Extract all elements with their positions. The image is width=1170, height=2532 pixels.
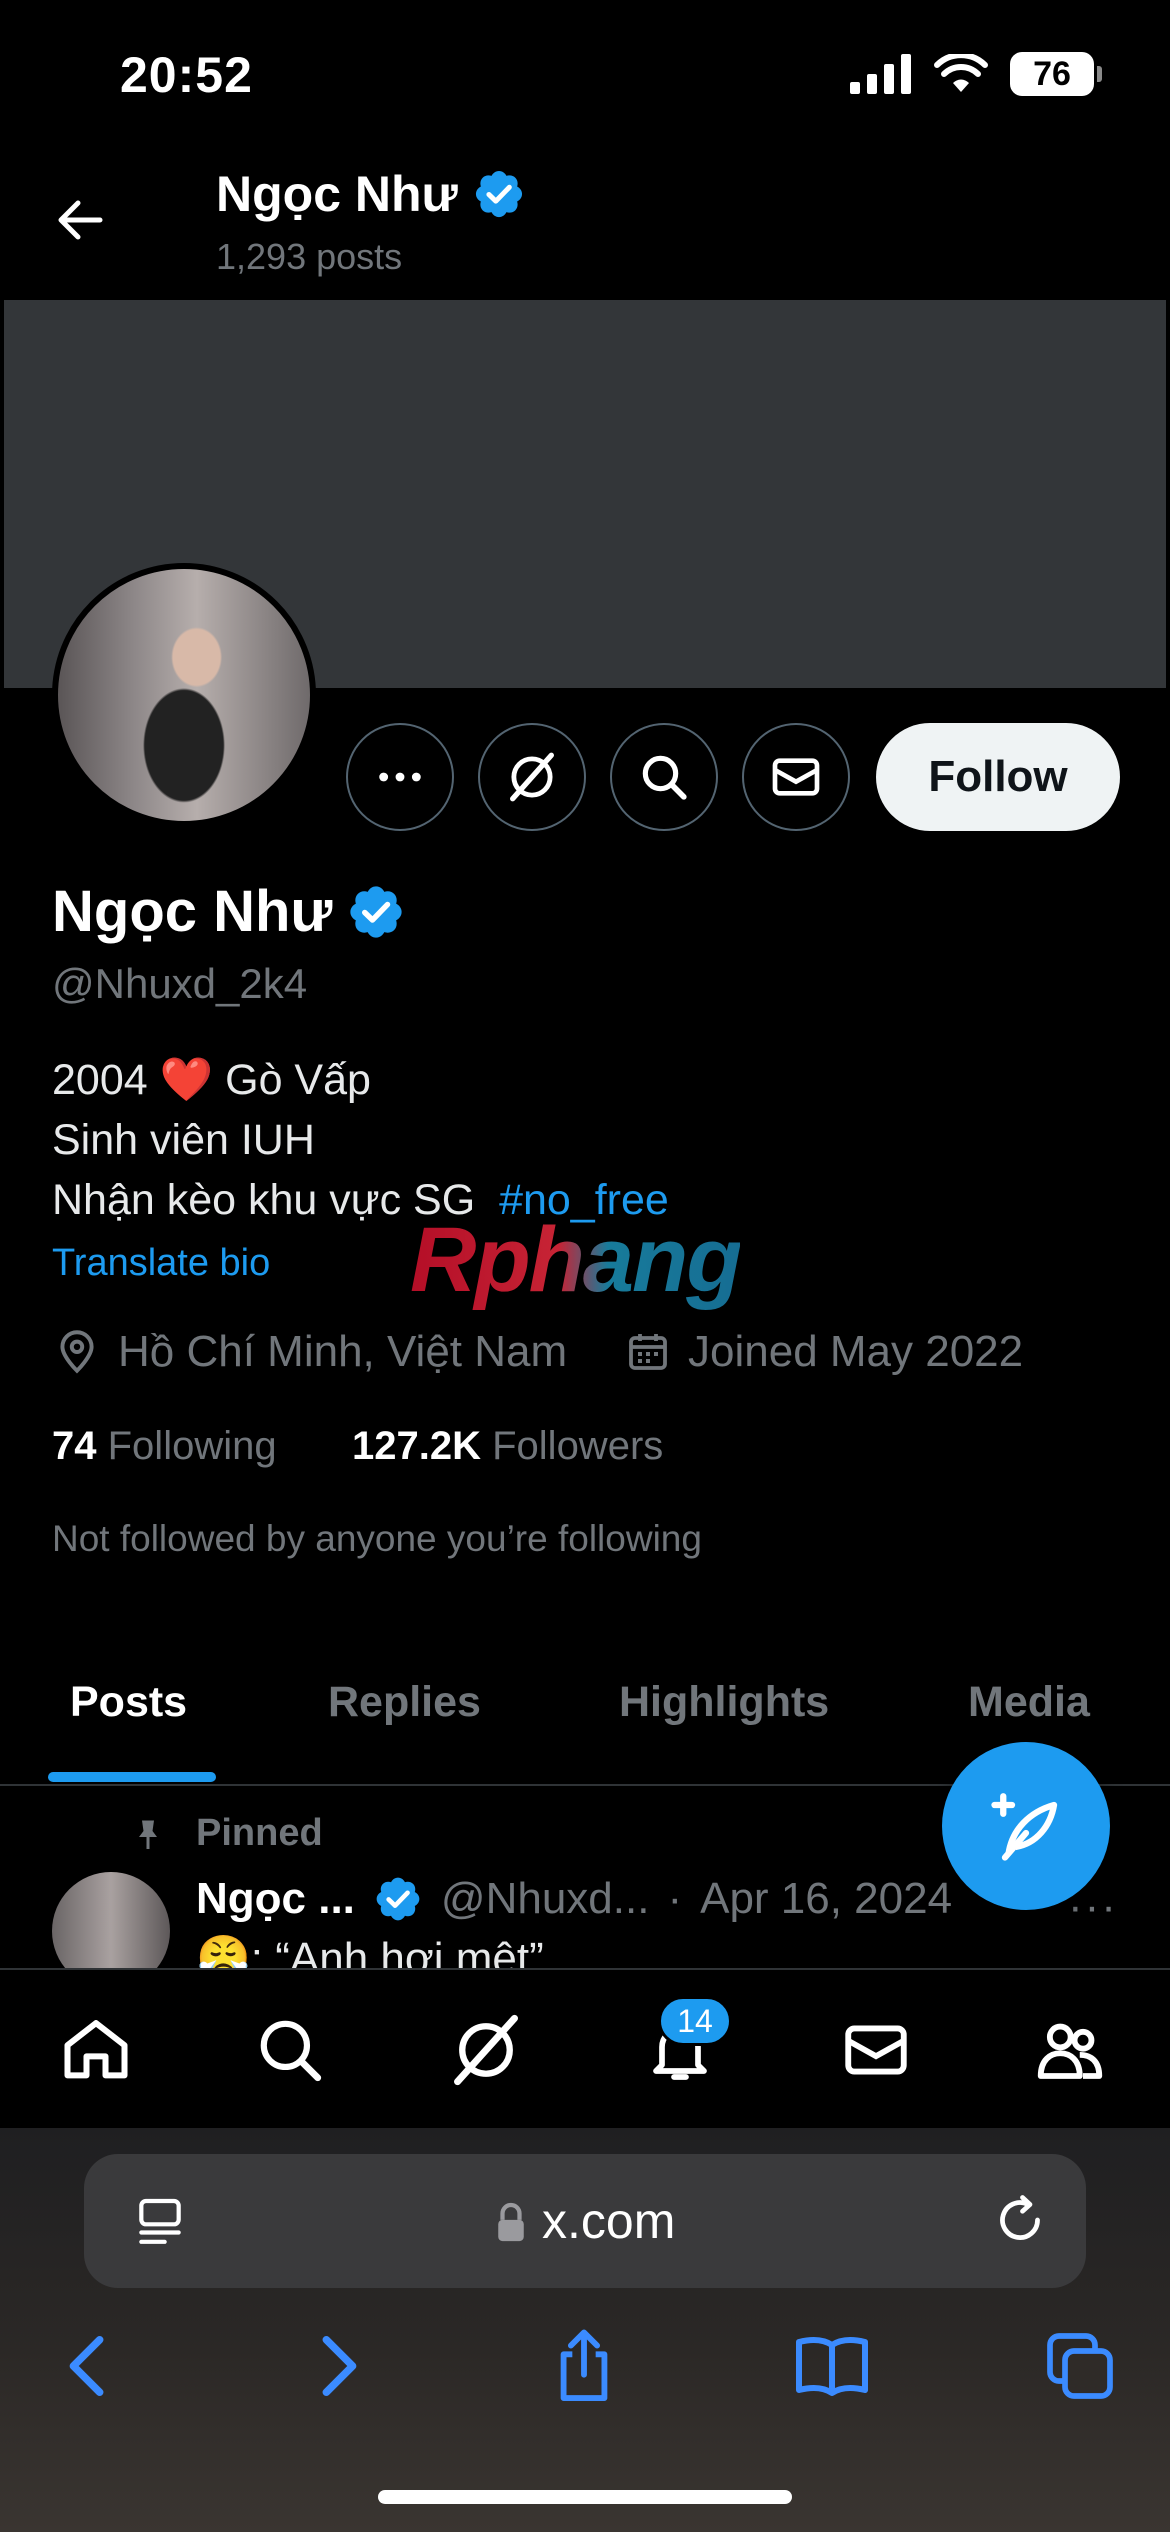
nav-messages-button[interactable] bbox=[836, 2010, 916, 2090]
following-link[interactable]: 74 Following bbox=[52, 1424, 277, 1469]
share-icon bbox=[560, 2329, 608, 2401]
mail-icon bbox=[845, 2025, 907, 2075]
profile-bio: 2004 ❤️ Gò Vấp Sinh viên IUH Nhận kèo kh… bbox=[52, 1050, 669, 1230]
status-icons: 76 bbox=[850, 52, 1102, 96]
nav-communities-button[interactable] bbox=[1030, 2010, 1110, 2090]
wifi-icon bbox=[934, 54, 988, 92]
location-pin-icon bbox=[60, 1330, 94, 1374]
profile-joined: Joined May 2022 bbox=[624, 1327, 1023, 1377]
watermark-logo: Rphang bbox=[410, 1209, 742, 1311]
verified-badge-icon bbox=[475, 170, 522, 218]
url-text[interactable]: x.com bbox=[542, 2192, 675, 2250]
notifications-badge: 14 bbox=[658, 1996, 732, 2046]
page-menu-icon[interactable] bbox=[132, 2192, 188, 2252]
home-icon bbox=[64, 2020, 128, 2079]
search-icon bbox=[642, 755, 687, 800]
heart-emoji: ❤️ bbox=[159, 1056, 214, 1104]
message-button[interactable] bbox=[742, 723, 850, 831]
joined-text: Joined May 2022 bbox=[688, 1327, 1024, 1376]
verified-badge-icon bbox=[376, 1877, 420, 1921]
post-date[interactable]: Apr 16, 2024 bbox=[700, 1874, 952, 1924]
reload-icon[interactable] bbox=[990, 2190, 1050, 2250]
nav-search-button[interactable] bbox=[250, 2010, 330, 2090]
lock-icon bbox=[498, 2202, 524, 2242]
browser-back-button[interactable] bbox=[48, 2326, 128, 2406]
bio-line-2: Sinh viên IUH bbox=[52, 1116, 315, 1164]
home-indicator bbox=[378, 2490, 792, 2504]
translate-bio-link[interactable]: Translate bio bbox=[52, 1242, 270, 1285]
communities-icon bbox=[1037, 2023, 1103, 2079]
nav-grok-button[interactable] bbox=[446, 2010, 526, 2090]
profile-handle: @Nhuxd_2k4 bbox=[52, 960, 308, 1007]
bookmarks-button[interactable] bbox=[792, 2326, 872, 2406]
search-profile-button[interactable] bbox=[610, 723, 718, 831]
tab-highlights[interactable]: Highlights bbox=[619, 1678, 829, 1727]
location-text: Hồ Chí Minh, Việt Nam bbox=[118, 1327, 568, 1376]
followers-count: 127.2K bbox=[352, 1424, 481, 1468]
post-text: 😤: “Anh hơi mệt” bbox=[196, 1934, 544, 1970]
cellular-signal-icon bbox=[850, 54, 911, 94]
share-button[interactable] bbox=[544, 2326, 624, 2406]
post-author-name[interactable]: Ngọc ... bbox=[196, 1874, 355, 1924]
post-header: Ngọc ... @Nhuxd... · Apr 16, 2024 bbox=[196, 1874, 952, 1924]
nav-home-button[interactable] bbox=[56, 2010, 136, 2090]
compose-post-button[interactable] bbox=[942, 1742, 1110, 1910]
header-post-count: 1,293 posts bbox=[216, 236, 403, 277]
profile-name-row: Ngọc Như bbox=[52, 878, 406, 945]
mail-icon bbox=[772, 758, 820, 796]
status-time: 20:52 bbox=[120, 47, 253, 103]
more-horizontal-icon bbox=[379, 772, 421, 782]
bottom-navigation-bar bbox=[0, 1968, 1170, 2128]
pin-icon bbox=[139, 1820, 157, 1849]
pinned-label: Pinned bbox=[196, 1812, 323, 1854]
bio-line-1: 2004 ❤️ Gò Vấp bbox=[52, 1050, 669, 1110]
grok-icon bbox=[510, 752, 554, 802]
header-title: Ngọc Như bbox=[216, 165, 526, 223]
profile-location: Hồ Chí Minh, Việt Nam bbox=[52, 1327, 567, 1377]
tab-replies[interactable]: Replies bbox=[328, 1678, 481, 1727]
book-icon bbox=[796, 2337, 868, 2396]
more-options-button[interactable] bbox=[346, 723, 454, 831]
calendar-icon bbox=[629, 1334, 667, 1370]
profile-name: Ngọc Như bbox=[52, 879, 333, 944]
compose-feather-icon bbox=[991, 1793, 1058, 1861]
chevron-left-icon bbox=[69, 2335, 104, 2397]
post-author-handle: @Nhuxd... bbox=[440, 1874, 650, 1923]
not-followed-notice: Not followed by anyone you’re following bbox=[52, 1518, 702, 1559]
bio-year: 2004 bbox=[52, 1056, 148, 1104]
followers-label: Followers bbox=[492, 1424, 664, 1468]
post-separator: · bbox=[667, 1874, 683, 1923]
active-tab-indicator bbox=[48, 1772, 216, 1782]
chevron-right-icon bbox=[322, 2335, 357, 2397]
verified-badge-icon[interactable] bbox=[346, 882, 406, 942]
grok-button[interactable] bbox=[478, 723, 586, 831]
follow-button[interactable]: Follow bbox=[876, 723, 1120, 831]
browser-forward-button[interactable] bbox=[298, 2326, 378, 2406]
tabs-button[interactable] bbox=[1040, 2326, 1120, 2406]
back-arrow-icon[interactable] bbox=[50, 190, 110, 250]
battery-indicator: 76 bbox=[1010, 52, 1102, 96]
followers-link[interactable]: 127.2K Followers bbox=[352, 1424, 663, 1469]
bio-district: Gò Vấp bbox=[225, 1056, 371, 1104]
tab-posts[interactable]: Posts bbox=[70, 1678, 187, 1727]
pinned-indicator: Pinned bbox=[130, 1812, 323, 1855]
tab-media[interactable]: Media bbox=[968, 1678, 1090, 1727]
profile-avatar[interactable] bbox=[52, 563, 316, 827]
search-icon bbox=[260, 2020, 322, 2082]
tabs-icon bbox=[1047, 2333, 1113, 2399]
header-name: Ngọc Như bbox=[216, 166, 458, 222]
grok-icon bbox=[454, 2014, 518, 2086]
following-label: Following bbox=[107, 1424, 277, 1468]
following-count: 74 bbox=[52, 1424, 97, 1468]
